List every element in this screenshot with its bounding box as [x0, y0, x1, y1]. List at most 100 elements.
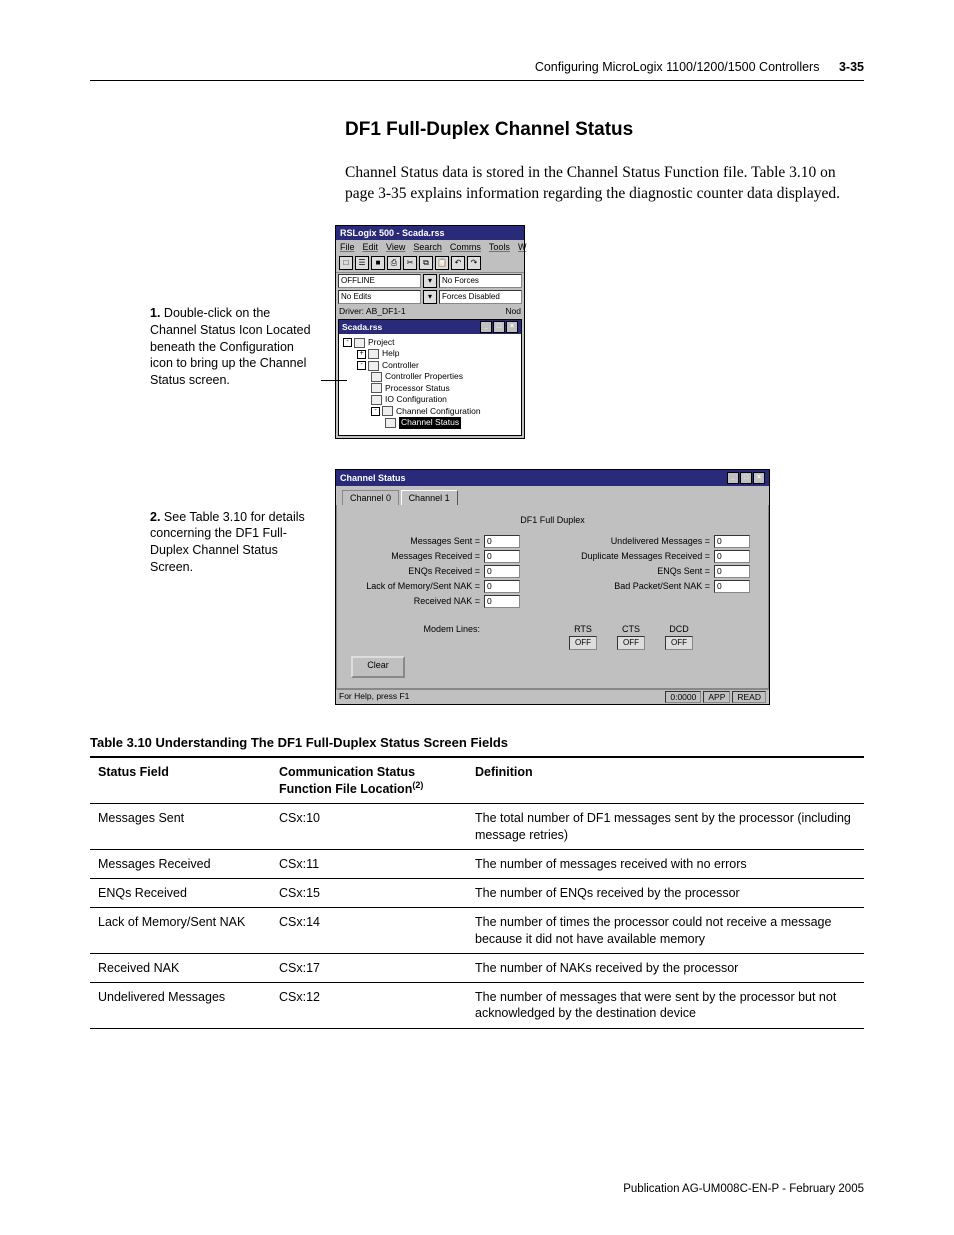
- menu-file[interactable]: File: [340, 242, 355, 252]
- tb-new-icon[interactable]: □: [339, 256, 353, 270]
- max-icon[interactable]: □: [740, 472, 752, 484]
- val-enq-recv: 0: [484, 565, 520, 578]
- close-icon[interactable]: ×: [753, 472, 765, 484]
- cell-field: Lack of Memory/Sent NAK: [90, 908, 271, 954]
- lbl-undel: Undelivered Messages =: [560, 536, 710, 546]
- cell-def: The number of times the processor could …: [467, 908, 864, 954]
- header-title: Configuring MicroLogix 1100/1200/1500 Co…: [535, 60, 820, 74]
- min-icon[interactable]: _: [727, 472, 739, 484]
- forcesdisabled-field[interactable]: Forces Disabled: [439, 290, 522, 304]
- cs-title: Channel Status: [340, 473, 406, 483]
- cell-field: Messages Received: [90, 849, 271, 878]
- close-icon[interactable]: ×: [506, 321, 518, 333]
- panel-title: DF1 Full Duplex: [345, 515, 760, 525]
- min-icon[interactable]: _: [480, 321, 492, 333]
- tab-channel-1[interactable]: Channel 1: [401, 490, 458, 505]
- tree-chanstat[interactable]: Channel Status: [399, 417, 461, 428]
- cell-def: The total number of DF1 messages sent by…: [467, 804, 864, 850]
- dcd-label: DCD: [669, 624, 689, 634]
- menubar[interactable]: File Edit View Search Comms Tools W: [336, 240, 524, 254]
- expander-icon[interactable]: -: [357, 361, 366, 370]
- driver-label: Driver: AB_DF1-1: [339, 306, 406, 316]
- expander-icon[interactable]: -: [371, 407, 380, 416]
- section-heading: DF1 Full-Duplex Channel Status: [345, 119, 864, 141]
- menu-edit[interactable]: Edit: [363, 242, 379, 252]
- expander-icon[interactable]: -: [343, 338, 352, 347]
- tree-help[interactable]: Help: [382, 348, 399, 358]
- col-definition: Definition: [467, 757, 864, 804]
- project-subwindow: Scada.rss _ □ × - Project + Help - Controll…: [338, 319, 522, 436]
- cell-loc: CSx:14: [271, 908, 467, 954]
- tabs[interactable]: Channel 0 Channel 1: [336, 486, 769, 505]
- lbl-recv-nak: Received NAK =: [355, 596, 480, 606]
- tree-project[interactable]: Project: [368, 337, 394, 347]
- cell-loc: CSx:11: [271, 849, 467, 878]
- col-comm-status: Communication Status Function File Locat…: [271, 757, 467, 804]
- tree-io[interactable]: IO Configuration: [385, 394, 447, 404]
- step-1-number: 1.: [150, 306, 160, 320]
- lbl-badpkt: Bad Packet/Sent NAK =: [560, 581, 710, 591]
- toolbar[interactable]: □ ☰ ■ ⎙ ✂ ⧉ 📋 ↶ ↷: [336, 254, 524, 273]
- menu-search[interactable]: Search: [413, 242, 442, 252]
- cell-loc: CSx:17: [271, 953, 467, 982]
- lbl-lackmem: Lack of Memory/Sent NAK =: [355, 581, 480, 591]
- tb-open-icon[interactable]: ☰: [355, 256, 369, 270]
- offline-field[interactable]: OFFLINE: [338, 274, 421, 288]
- driver-right: Nod: [505, 306, 521, 316]
- tab-channel-0[interactable]: Channel 0: [342, 490, 399, 505]
- tb-redo-icon[interactable]: ↷: [467, 256, 481, 270]
- tb-cut-icon[interactable]: ✂: [403, 256, 417, 270]
- menu-comms[interactable]: Comms: [450, 242, 481, 252]
- folder-icon: [368, 361, 379, 371]
- channel-status-window: Channel Status _ □ × Channel 0 Channel 1…: [335, 469, 770, 705]
- channel-icon: [382, 406, 393, 416]
- tree-controller[interactable]: Controller: [382, 360, 419, 370]
- expander-icon[interactable]: +: [357, 350, 366, 359]
- lbl-msgs-recv: Messages Received =: [355, 551, 480, 561]
- cell-field: Undelivered Messages: [90, 983, 271, 1029]
- tb-paste-icon[interactable]: 📋: [435, 256, 449, 270]
- cell-def: The number of messages received with no …: [467, 849, 864, 878]
- cell-field: ENQs Received: [90, 879, 271, 908]
- tree-proc[interactable]: Processor Status: [385, 383, 450, 393]
- project-tree[interactable]: - Project + Help - Controller Controller Pr…: [339, 334, 521, 435]
- rts-value: OFF: [569, 636, 597, 650]
- noedits-field[interactable]: No Edits: [338, 290, 421, 304]
- tb-copy-icon[interactable]: ⧉: [419, 256, 433, 270]
- header-rule: [90, 80, 864, 81]
- cell-def: The number of ENQs received by the proce…: [467, 879, 864, 908]
- cell-loc: CSx:10: [271, 804, 467, 850]
- io-icon: [371, 395, 382, 405]
- rslogix-titlebar: RSLogix 500 - Scada.rss: [336, 226, 524, 240]
- dd1-icon[interactable]: ▾: [423, 274, 437, 288]
- noforces-field[interactable]: No Forces: [439, 274, 522, 288]
- step-1-text: 1. Double-click on the Channel Status Ic…: [90, 225, 335, 389]
- tb-undo-icon[interactable]: ↶: [451, 256, 465, 270]
- val-msgs-recv: 0: [484, 550, 520, 563]
- clear-button[interactable]: Clear: [351, 656, 405, 678]
- statusbar-read: READ: [732, 691, 766, 703]
- tree-props[interactable]: Controller Properties: [385, 371, 463, 381]
- menu-more[interactable]: W: [518, 242, 527, 252]
- col-status-field: Status Field: [90, 757, 271, 804]
- tb-print-icon[interactable]: ⎙: [387, 256, 401, 270]
- cell-def: The number of NAKs received by the proce…: [467, 953, 864, 982]
- step-1-body: Double-click on the Channel Status Icon …: [150, 306, 311, 388]
- max-icon[interactable]: □: [493, 321, 505, 333]
- running-head: Configuring MicroLogix 1100/1200/1500 Co…: [90, 60, 864, 74]
- tree-chancfg[interactable]: Channel Configuration: [396, 406, 481, 416]
- tb-save-icon[interactable]: ■: [371, 256, 385, 270]
- publication-line: Publication AG-UM008C-EN-P - February 20…: [623, 1183, 864, 1195]
- footnote-marker: (2): [412, 780, 423, 790]
- lbl-msgs-sent: Messages Sent =: [355, 536, 480, 546]
- menu-view[interactable]: View: [386, 242, 405, 252]
- dd2-icon[interactable]: ▾: [423, 290, 437, 304]
- step-2-number: 2.: [150, 510, 160, 524]
- lbl-dup: Duplicate Messages Received =: [560, 551, 710, 561]
- menu-tools[interactable]: Tools: [489, 242, 510, 252]
- cts-value: OFF: [617, 636, 645, 650]
- val-recv-nak: 0: [484, 595, 520, 608]
- val-enq-sent: 0: [714, 565, 750, 578]
- subwin-title: Scada.rss: [342, 322, 382, 332]
- col-comm-status-l1: Communication Status: [279, 765, 415, 779]
